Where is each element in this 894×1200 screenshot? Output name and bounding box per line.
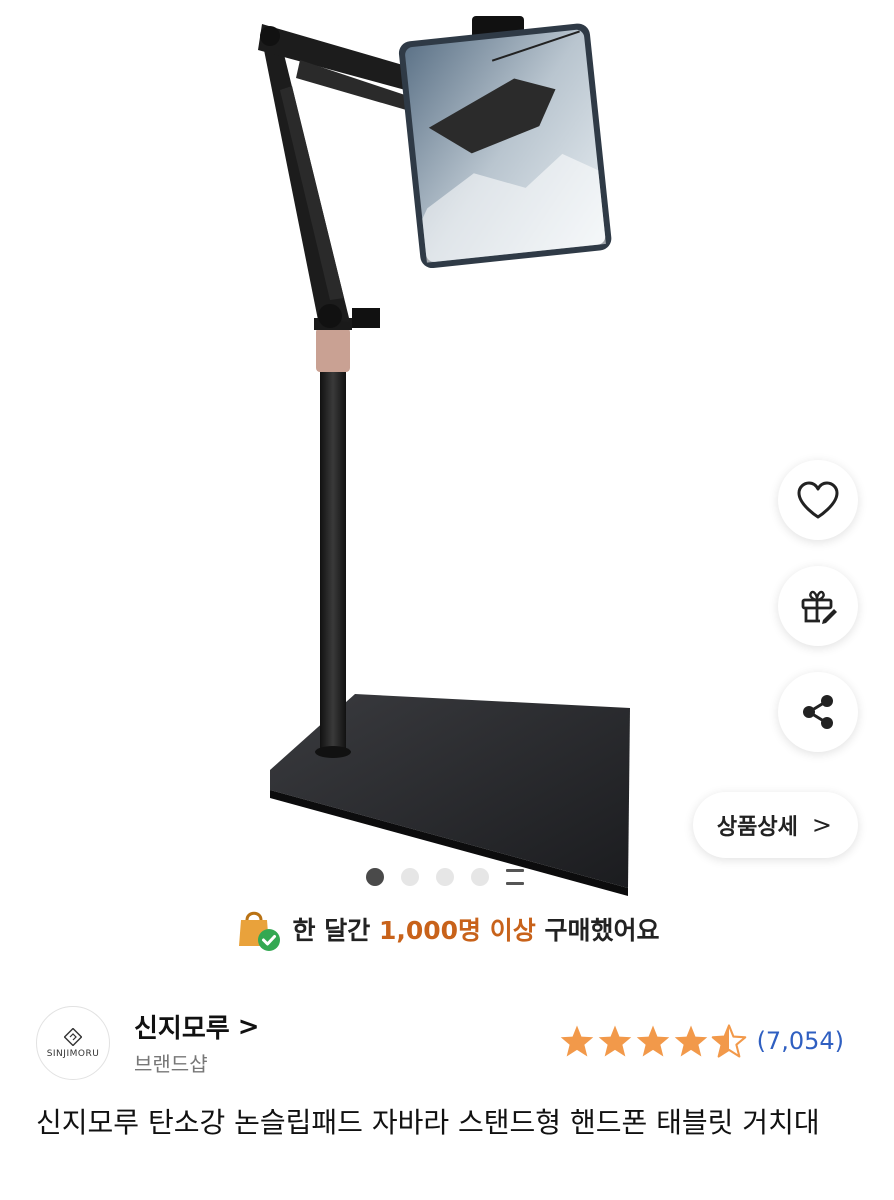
star-full-icon [560, 1025, 593, 1057]
carousel-dot[interactable] [436, 868, 454, 886]
brand-type: 브랜드샵 [134, 1052, 208, 1076]
star-half-icon [711, 1024, 746, 1058]
product-detail-button[interactable]: 상품상세 > [692, 792, 858, 858]
product-image[interactable] [0, 0, 894, 900]
carousel-indicator [366, 868, 524, 886]
brand-name: 신지모루 [134, 1014, 230, 1044]
star-rating [559, 1024, 747, 1058]
star-full-icon [674, 1025, 707, 1057]
tablet-stand-photo [258, 16, 630, 896]
chevron-right-icon: > [237, 1011, 260, 1042]
product-title: 신지모루 탄소강 논슬립패드 자바라 스탠드형 핸드폰 태블릿 거치대 [36, 1106, 820, 1139]
star-full-icon [636, 1025, 669, 1057]
brand-name-link[interactable]: 신지모루 > [134, 1008, 259, 1045]
social-proof-banner: 한 달간 1,000명 이상 구매했어요 [0, 906, 894, 952]
brand-logo[interactable]: SINJIMORU [36, 1006, 110, 1080]
brand-mark-icon [64, 1027, 82, 1046]
carousel-dot[interactable] [471, 868, 489, 886]
social-proof-prefix: 한 달간 [292, 916, 379, 945]
rating-summary[interactable]: (7,054) [559, 1024, 844, 1058]
heart-icon [797, 481, 839, 519]
review-count: (7,054) [756, 1027, 844, 1055]
social-proof-highlight: 1,000명 이상 [378, 916, 536, 945]
wishlist-button[interactable] [778, 460, 858, 540]
shopping-bag-check-icon [238, 911, 280, 951]
brand-logo-text: SINJIMORU [46, 1048, 100, 1059]
product-detail-label: 상품상세 [716, 815, 798, 840]
carousel-dot[interactable] [366, 868, 384, 886]
social-proof-suffix: 구매했어요 [535, 916, 660, 945]
gift-icon [801, 590, 837, 624]
carousel-more-icon[interactable] [506, 869, 524, 885]
carousel-dot[interactable] [401, 868, 419, 886]
gift-button[interactable] [778, 566, 858, 646]
share-button[interactable] [778, 672, 858, 752]
chevron-right-icon: > [811, 811, 832, 839]
share-icon [803, 695, 833, 729]
star-full-icon [598, 1025, 631, 1057]
